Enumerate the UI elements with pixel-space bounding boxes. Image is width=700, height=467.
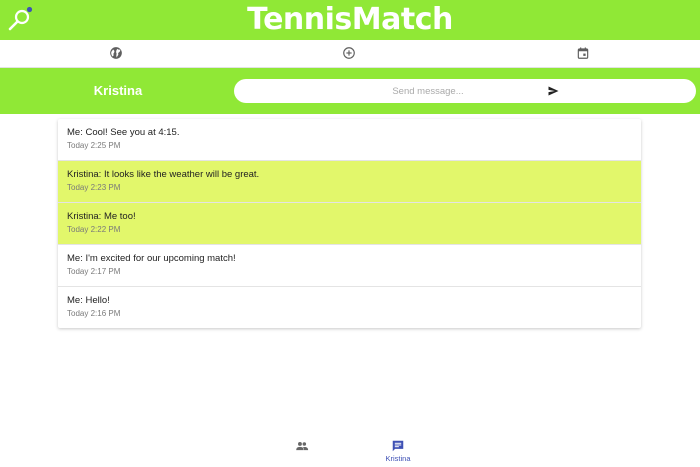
app-header: TennisMatch (0, 0, 700, 40)
bottom-nav: Kristina (0, 430, 700, 467)
top-nav (0, 40, 700, 68)
message-composer (234, 79, 696, 103)
message-text: Me: Hello! (67, 295, 110, 306)
chat-contact-name: Kristina (93, 83, 143, 98)
message-text: Kristina: Me too! (67, 211, 136, 222)
bottom-nav-people[interactable] (272, 430, 332, 454)
message-time: Today 2:23 PM (67, 183, 121, 192)
message-time: Today 2:22 PM (67, 225, 121, 234)
message-item[interactable]: Me: Cool! See you at 4:15. Today 2:25 PM (58, 119, 641, 161)
message-item[interactable]: Kristina: It looks like the weather will… (58, 161, 641, 203)
bottom-nav-label: Kristina (385, 454, 411, 463)
message-time: Today 2:25 PM (67, 141, 121, 150)
message-item[interactable]: Me: Hello! Today 2:16 PM (58, 287, 641, 328)
message-time: Today 2:17 PM (67, 267, 121, 276)
chat-icon (392, 440, 404, 452)
add-circle-icon[interactable] (342, 46, 356, 60)
app-title: TennisMatch (247, 2, 453, 37)
globe-icon[interactable] (109, 46, 123, 60)
chat-header: Kristina (0, 68, 700, 114)
message-text: Me: Cool! See you at 4:15. (67, 127, 180, 138)
message-text: Me: I'm excited for our upcoming match! (67, 253, 236, 264)
message-thread: Me: Cool! See you at 4:15. Today 2:25 PM… (58, 119, 641, 328)
calendar-icon[interactable] (576, 46, 590, 60)
people-icon (296, 442, 309, 451)
message-item[interactable]: Kristina: Me too! Today 2:22 PM (58, 203, 641, 245)
bottom-nav-chat-kristina[interactable]: Kristina (368, 430, 428, 463)
message-item[interactable]: Me: I'm excited for our upcoming match! … (58, 245, 641, 287)
message-time: Today 2:16 PM (67, 309, 121, 318)
send-icon[interactable] (548, 86, 559, 96)
message-text: Kristina: It looks like the weather will… (67, 169, 260, 180)
